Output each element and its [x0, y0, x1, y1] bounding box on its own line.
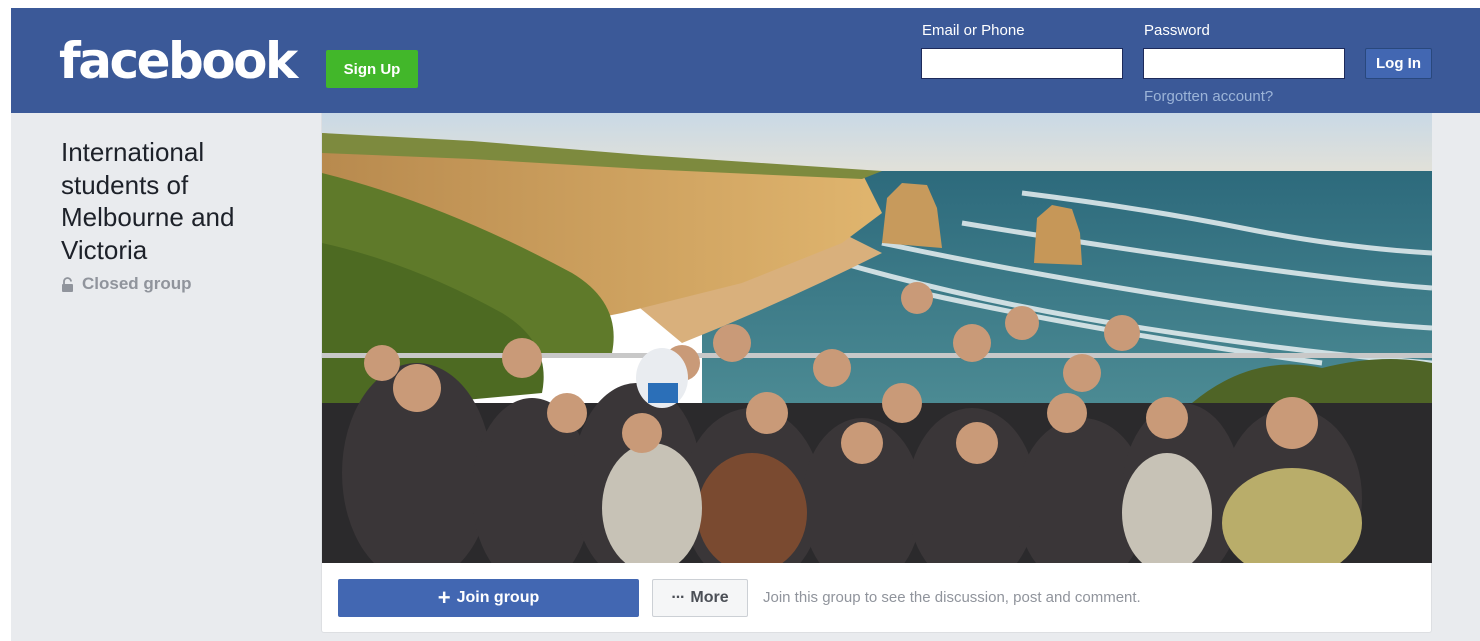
group-privacy-status: Closed group [61, 274, 192, 294]
privacy-label: Closed group [82, 274, 192, 293]
cover-photo[interactable] [322, 113, 1432, 563]
join-group-button[interactable]: + Join group [338, 579, 639, 617]
more-button[interactable]: ··· More [652, 579, 748, 617]
log-in-button[interactable]: Log In [1365, 48, 1432, 79]
page: facebook Sign Up Email or Phone Password… [11, 8, 1480, 641]
password-label: Password [1144, 22, 1210, 39]
group-title[interactable]: International students of Melbourne and … [61, 136, 281, 266]
facebook-logo[interactable]: facebook [59, 36, 298, 86]
dots-icon: ··· [671, 589, 685, 606]
lock-icon [61, 276, 74, 292]
forgotten-account-link[interactable]: Forgotten account? [1144, 88, 1273, 105]
email-label: Email or Phone [922, 22, 1025, 39]
join-hint-text: Join this group to see the discussion, p… [763, 589, 1141, 606]
sign-up-button[interactable]: Sign Up [326, 50, 418, 88]
email-field[interactable] [921, 48, 1123, 79]
top-bar: facebook Sign Up Email or Phone Password… [11, 8, 1480, 113]
cover-card: + Join group ··· More Join this group to… [321, 113, 1432, 633]
more-label: More [690, 589, 729, 606]
plus-icon: + [437, 585, 451, 610]
join-group-label: Join group [456, 589, 540, 606]
password-field[interactable] [1143, 48, 1345, 79]
